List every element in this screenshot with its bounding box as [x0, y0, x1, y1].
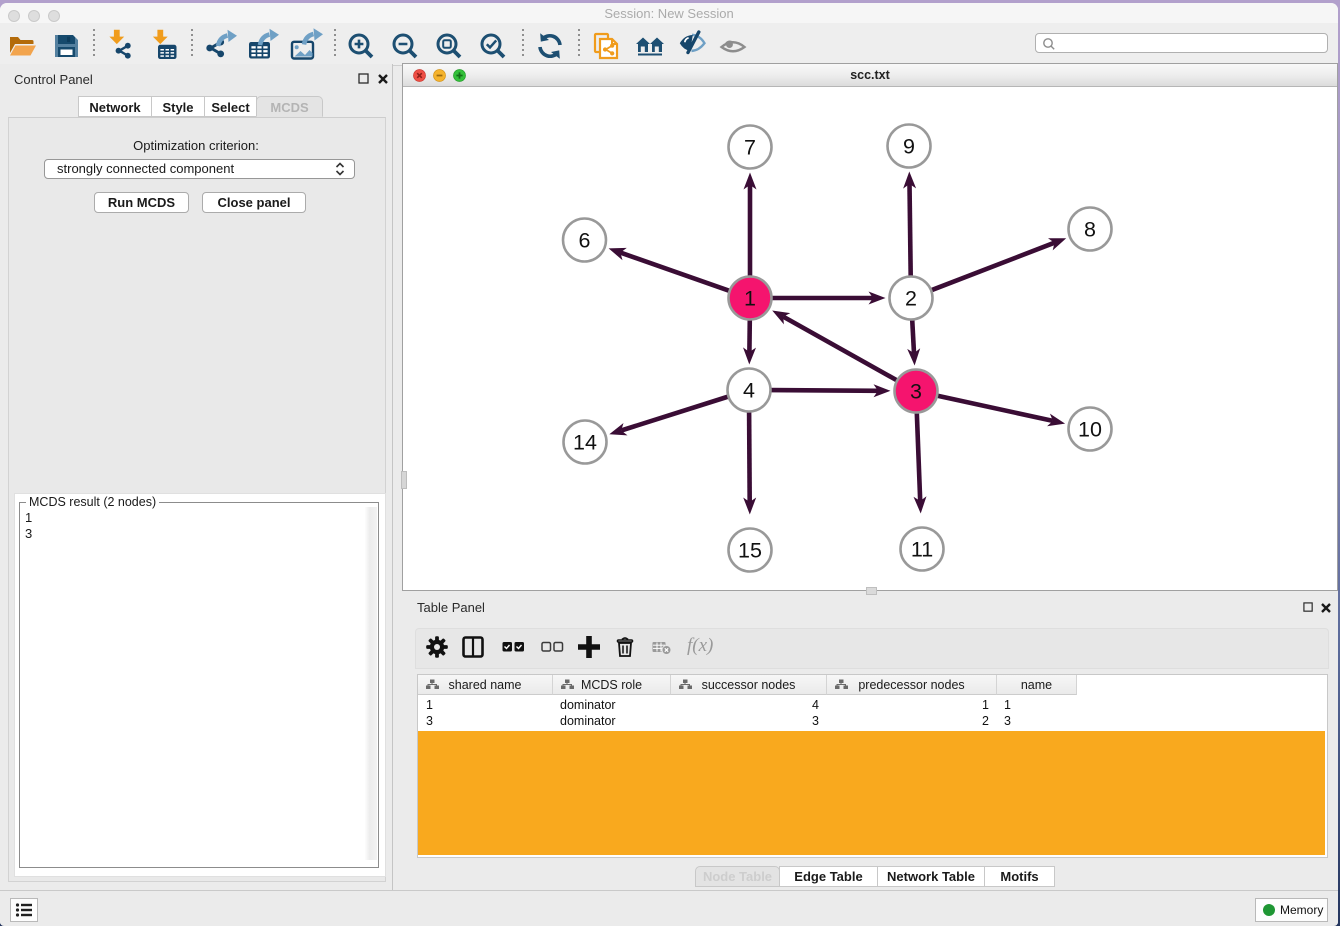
svg-text:4: 4	[743, 379, 755, 403]
svg-text:10: 10	[1078, 418, 1102, 442]
svg-text:15: 15	[738, 539, 762, 563]
svg-text:14: 14	[573, 431, 597, 455]
svg-text:7: 7	[744, 136, 756, 160]
svg-text:9: 9	[903, 135, 915, 159]
svg-text:2: 2	[905, 287, 917, 311]
svg-text:1: 1	[744, 287, 756, 311]
svg-text:3: 3	[910, 380, 922, 404]
svg-text:8: 8	[1084, 218, 1096, 242]
svg-text:6: 6	[579, 229, 591, 253]
svg-text:11: 11	[911, 538, 933, 562]
